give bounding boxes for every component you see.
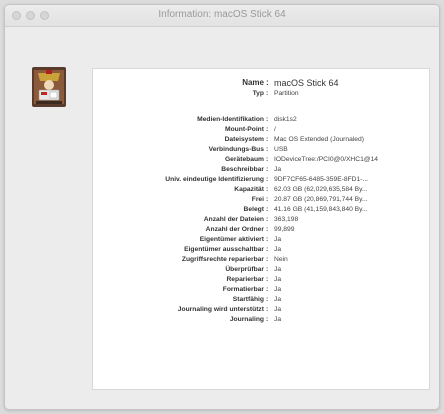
info-row-name: Name : macOS Stick 64 <box>93 78 429 88</box>
info-window: Information: macOS Stick 64 Name : macOS… <box>4 4 440 410</box>
info-label: Mount-Point <box>225 126 264 133</box>
colon: : <box>266 90 269 97</box>
colon: : <box>266 136 269 143</box>
info-row: Journaling : Ja <box>93 315 429 325</box>
info-value: Partition <box>274 90 299 97</box>
info-label: Eigentümer ausschaltbar <box>184 246 264 253</box>
info-label: Frei <box>251 196 264 203</box>
info-value: disk1s2 <box>274 116 297 123</box>
info-label: Zugriffsrechte reparierbar <box>181 256 264 263</box>
info-label: Formatierbar <box>222 286 264 293</box>
info-value: Ja <box>274 246 282 253</box>
colon: : <box>266 216 269 223</box>
info-row: Verbindungs-Bus : USB <box>93 145 429 155</box>
info-row: Dateisystem : Mac OS Extended (Journaled… <box>93 135 429 145</box>
info-label: Univ. eindeutige Identifizierung <box>165 176 264 183</box>
info-row: Reparierbar : Ja <box>93 275 429 285</box>
info-value: macOS Stick 64 <box>274 78 339 88</box>
colon: : <box>266 296 269 303</box>
window-title: Information: macOS Stick 64 <box>158 9 286 20</box>
info-row: Anzahl der Ordner : 99,899 <box>93 225 429 235</box>
info-row: Frei : 20.87 GB (20,869,791,744 By... <box>93 195 429 205</box>
colon: : <box>266 186 269 193</box>
info-row: Anzahl der Dateien : 363,198 <box>93 215 429 225</box>
info-row: Zugriffsrechte reparierbar : Nein <box>93 255 429 265</box>
info-label: Journaling wird unterstützt <box>177 306 264 313</box>
info-row: Mount-Point : / <box>93 125 429 135</box>
info-value: IODeviceTree:/PCI0@0/XHC1@14 <box>274 156 379 163</box>
info-value: Ja <box>274 306 282 313</box>
info-value: 9DF7CF65-6485-359E-8FD1-... <box>274 176 369 183</box>
info-value: Ja <box>274 286 282 293</box>
colon: : <box>266 266 269 273</box>
info-row: Eigentümer aktiviert : Ja <box>93 235 429 245</box>
info-value: 62.03 GB (62,029,635,584 By... <box>274 186 368 193</box>
info-label: Überprüfbar <box>225 266 264 273</box>
info-label: Eigentümer aktiviert <box>199 236 264 243</box>
info-panel: Name : macOS Stick 64 Typ : Partition Me… <box>92 68 430 390</box>
colon: : <box>266 306 269 313</box>
info-value: Ja <box>274 276 282 283</box>
colon: : <box>266 206 269 213</box>
usb-disk-icon <box>32 67 66 107</box>
colon: : <box>266 246 269 253</box>
info-value: 20.87 GB (20,869,791,744 By... <box>274 196 368 203</box>
colon: : <box>266 146 269 153</box>
info-row: Belegt : 41.16 GB (41,159,843,840 By... <box>93 205 429 215</box>
colon: : <box>266 166 269 173</box>
info-label: Startfähig <box>232 296 264 303</box>
info-label: Kapazität <box>234 186 264 193</box>
info-row: Medien-Identifikation : disk1s2 <box>93 115 429 125</box>
colon: : <box>266 176 269 183</box>
info-label: Reparierbar <box>226 276 264 283</box>
info-value: Mac OS Extended (Journaled) <box>274 136 364 143</box>
info-label: Gerätebaum <box>224 156 264 163</box>
colon: : <box>266 156 269 163</box>
info-value: 41.16 GB (41,159,843,840 By... <box>274 206 368 213</box>
colon: : <box>266 256 269 263</box>
info-label: Beschreibbar <box>221 166 264 173</box>
info-value: Ja <box>274 266 282 273</box>
colon: : <box>266 276 269 283</box>
colon: : <box>266 78 269 87</box>
info-row: Startfähig : Ja <box>93 295 429 305</box>
colon: : <box>266 286 269 293</box>
info-value: / <box>274 126 276 133</box>
info-value: USB <box>274 146 288 153</box>
info-label: Anzahl der Dateien <box>203 216 264 223</box>
title-bar[interactable]: Information: macOS Stick 64 <box>5 5 439 27</box>
info-value: Ja <box>274 316 282 323</box>
info-row: Formatierbar : Ja <box>93 285 429 295</box>
info-value: Ja <box>274 166 282 173</box>
info-label: Verbindungs-Bus <box>208 146 264 153</box>
info-value: 99,899 <box>274 226 295 233</box>
colon: : <box>266 316 269 323</box>
colon: : <box>266 196 269 203</box>
info-value: Ja <box>274 296 282 303</box>
info-value: 363,198 <box>274 216 299 223</box>
info-row: Kapazität : 62.03 GB (62,029,635,584 By.… <box>93 185 429 195</box>
colon: : <box>266 236 269 243</box>
info-label: Typ <box>252 90 264 97</box>
info-row: Eigentümer ausschaltbar : Ja <box>93 245 429 255</box>
info-row: Journaling wird unterstützt : Ja <box>93 305 429 315</box>
info-row: Univ. eindeutige Identifizierung : 9DF7C… <box>93 175 429 185</box>
info-label: Name <box>242 78 264 87</box>
info-value: Nein <box>274 256 288 263</box>
colon: : <box>266 116 269 123</box>
info-label: Medien-Identifikation <box>197 116 264 123</box>
info-row: Überprüfbar : Ja <box>93 265 429 275</box>
info-label: Dateisystem <box>224 136 264 143</box>
colon: : <box>266 226 269 233</box>
info-label: Anzahl der Ordner <box>205 226 264 233</box>
colon: : <box>266 126 269 133</box>
info-value: Ja <box>274 236 282 243</box>
info-row-type: Typ : Partition <box>93 89 429 99</box>
info-label: Journaling <box>229 316 264 323</box>
info-row: Beschreibbar : Ja <box>93 165 429 175</box>
info-label: Belegt <box>243 206 264 213</box>
info-row: Gerätebaum : IODeviceTree:/PCI0@0/XHC1@1… <box>93 155 429 165</box>
